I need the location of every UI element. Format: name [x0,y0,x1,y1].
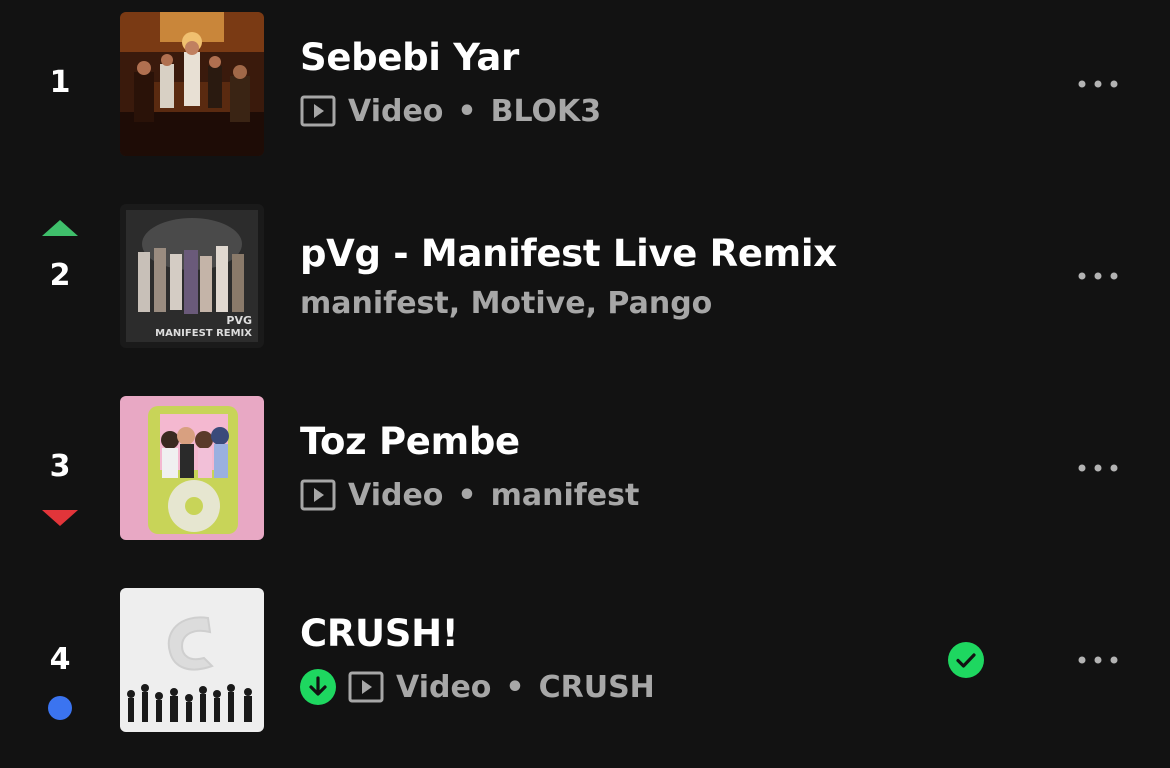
track-title[interactable]: Sebebi Yar [300,36,519,80]
new-entry-indicator [48,696,72,720]
rank-column: 4 [20,576,100,768]
track-type-label: Video [348,477,444,513]
rank-column: 3 [20,384,100,576]
rank-column: 1 [20,0,100,192]
more-options-icon[interactable] [1074,456,1122,480]
track-subtitle: Video • manifest [300,475,639,515]
track-artists[interactable]: manifest, Motive, Pango [300,286,712,321]
more-options-icon[interactable] [1074,72,1122,96]
track-cover-art[interactable] [120,588,264,732]
track-title[interactable]: Toz Pembe [300,420,520,464]
video-icon [300,95,336,127]
track-type-label: Video [396,669,492,705]
track-cover-art[interactable] [120,12,264,156]
more-options-icon[interactable] [1074,264,1122,288]
video-icon [300,479,336,511]
trend-up-icon [42,220,78,236]
track-row[interactable]: 4 CRUSH! Video • CRUSH [0,576,1170,768]
video-icon [348,671,384,703]
track-subtitle: Video • BLOK3 [300,91,601,131]
track-subtitle: Video • CRUSH [300,667,655,707]
track-artists[interactable]: CRUSH [539,670,655,705]
rank-number: 3 [49,449,71,484]
rank-number: 1 [49,65,71,100]
separator-dot: • [505,669,525,705]
track-row[interactable]: 1 Sebebi Yar Video • BLOK3 [0,0,1170,192]
cover-art-text: PVG [226,314,252,327]
track-cover-art[interactable] [120,396,264,540]
track-subtitle: manifest, Motive, Pango [300,283,712,323]
rank-number: 4 [49,642,71,677]
track-artists[interactable]: manifest [491,478,640,513]
separator-dot: • [457,93,477,129]
liked-check-icon[interactable] [948,642,984,678]
track-row[interactable]: 3 Toz Pembe Video • manifest [0,384,1170,576]
track-artists[interactable]: BLOK3 [491,94,602,129]
cover-art-subtext: MANIFEST REMIX [155,328,252,339]
separator-dot: • [457,477,477,513]
track-type-label: Video [348,93,444,129]
rank-column: 2 [20,192,100,384]
track-title[interactable]: pVg - Manifest Live Remix [300,232,837,276]
trend-down-icon [42,510,78,526]
track-title[interactable]: CRUSH! [300,612,459,656]
downloaded-icon [300,669,336,705]
track-cover-art[interactable]: MANIFEST REMIX PVG [120,204,264,348]
track-row[interactable]: 2 MANIFEST REMIX PVG pVg - Manifest Live… [0,192,1170,384]
rank-number: 2 [49,258,71,293]
more-options-icon[interactable] [1074,648,1122,672]
